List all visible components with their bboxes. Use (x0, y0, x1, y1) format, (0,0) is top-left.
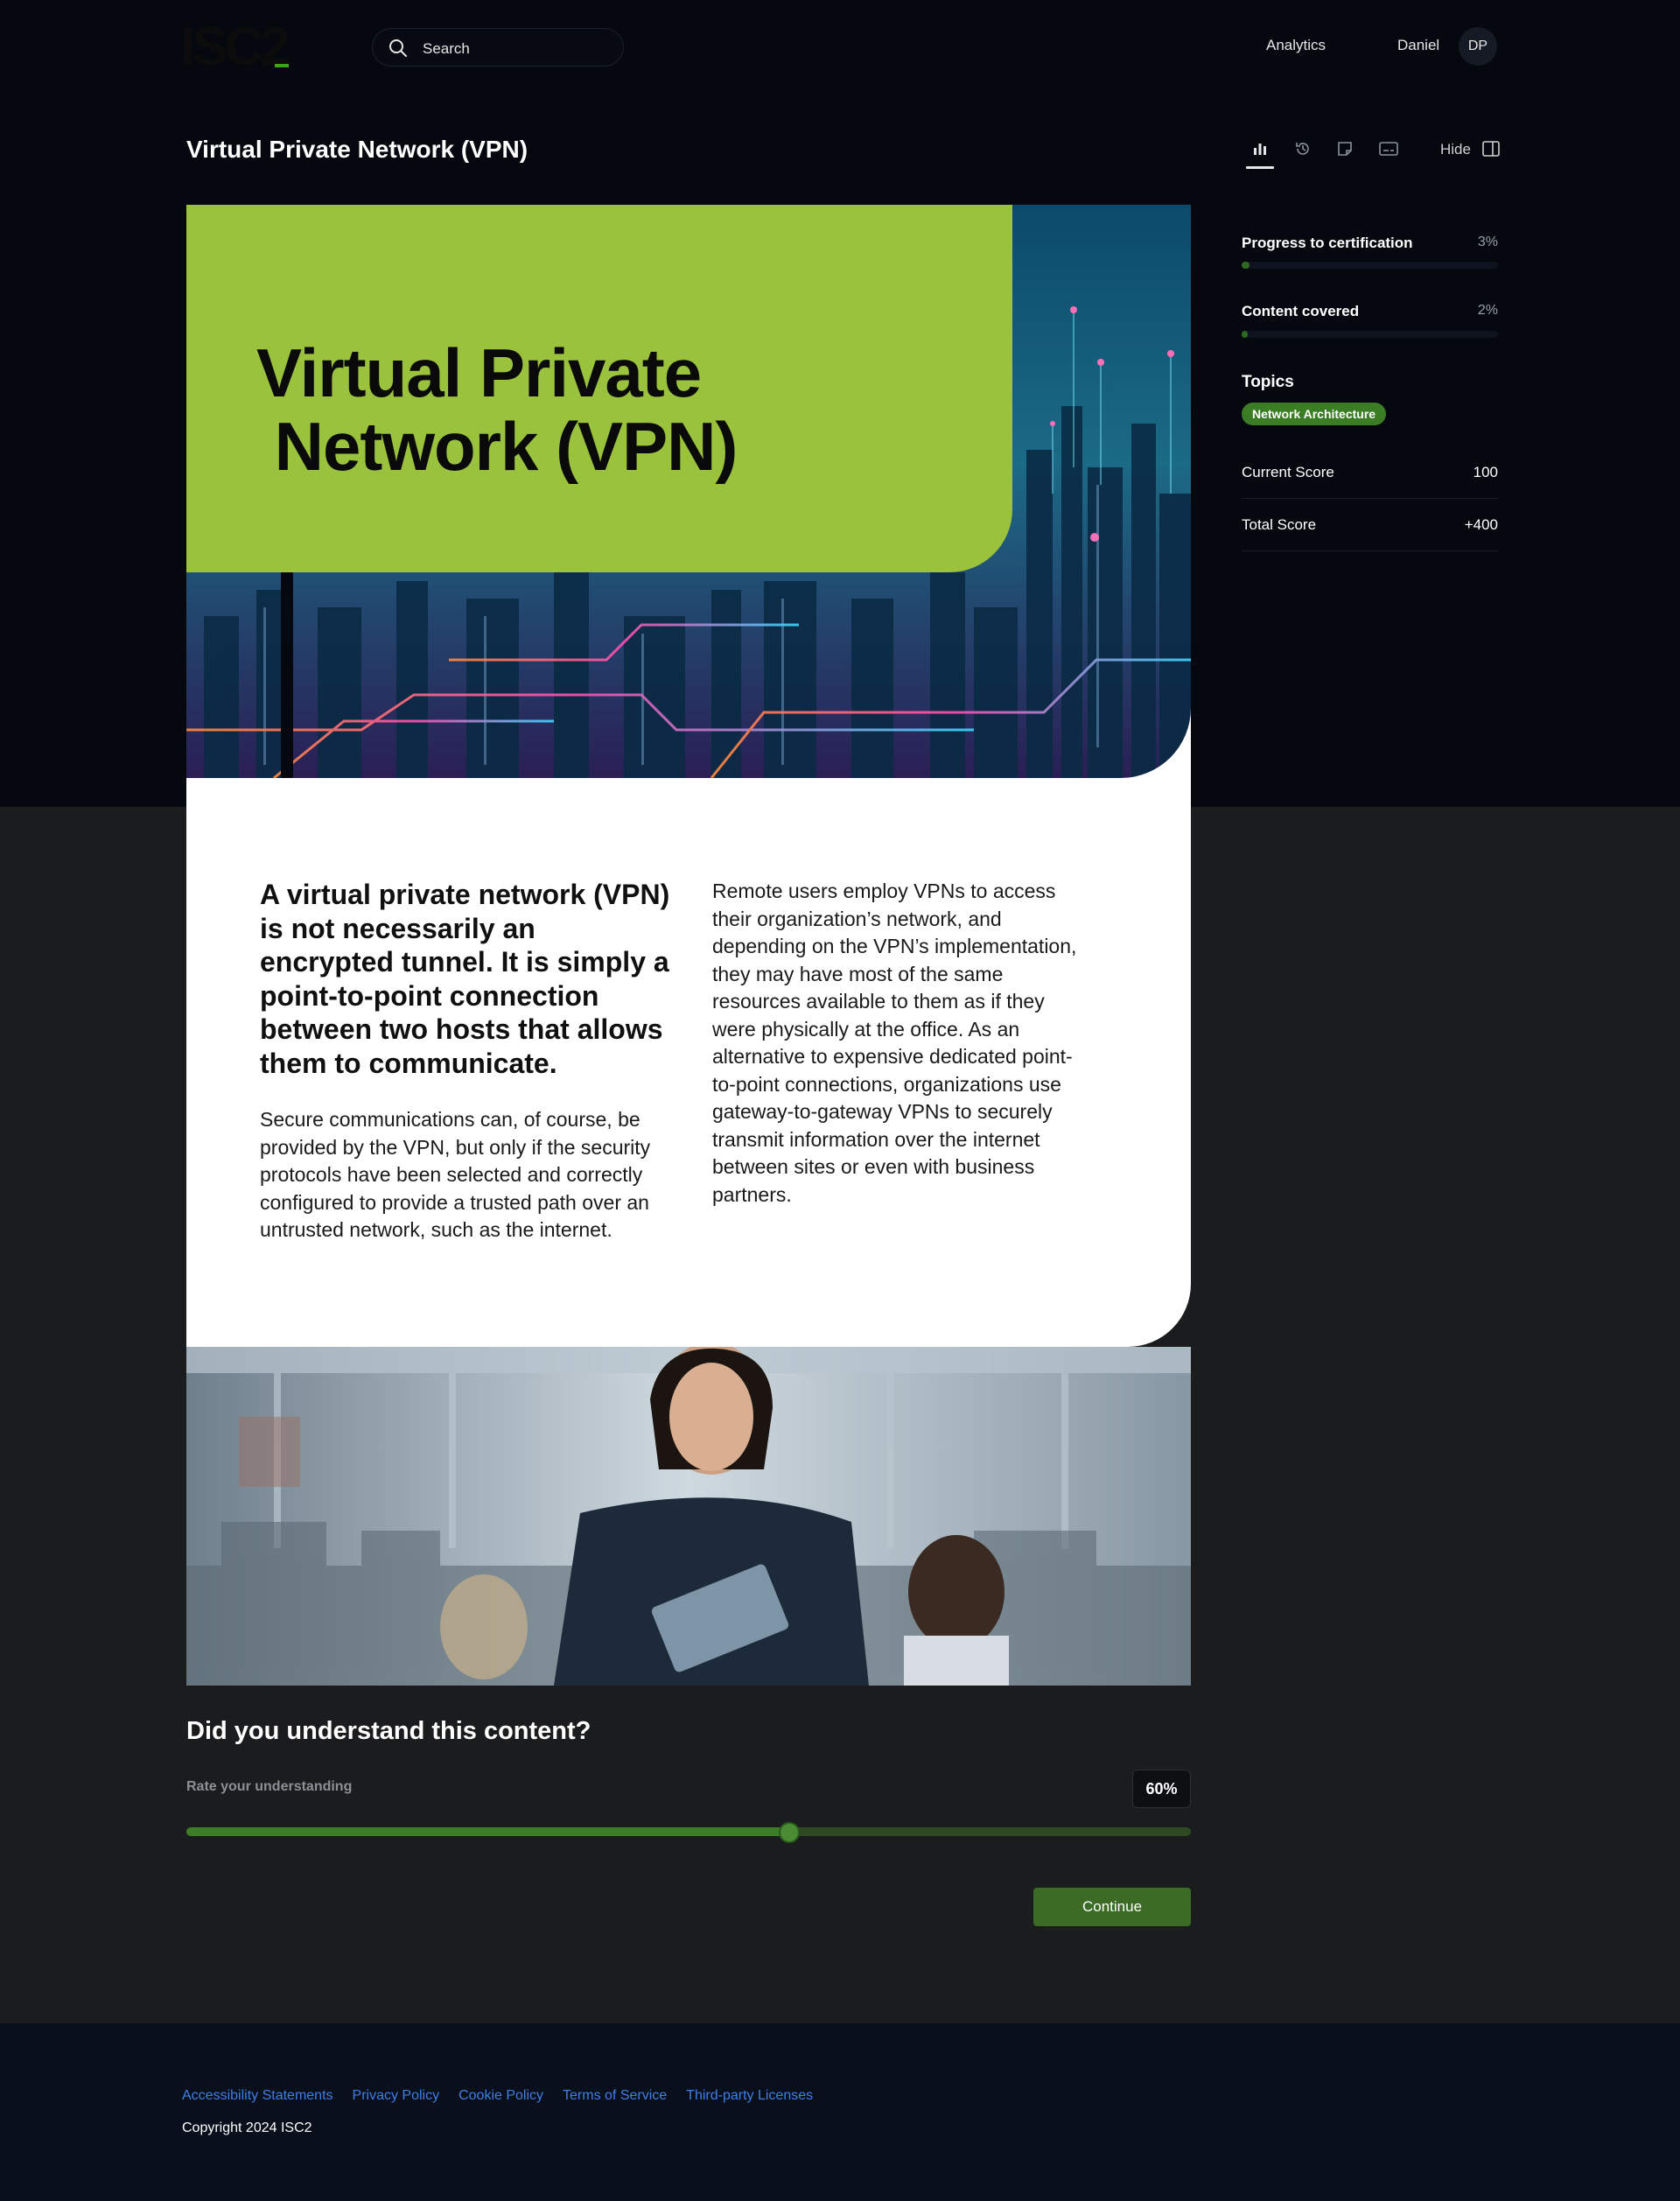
footer-links: Accessibility Statements Privacy Policy … (182, 2088, 813, 2104)
hero-corner-curve (1121, 708, 1191, 778)
woman-tablet-photo (186, 1347, 1191, 1686)
lead-statement: A virtual private network (VPN) is not n… (260, 879, 670, 1079)
rate-label: Rate your understanding (186, 1779, 353, 1794)
page-title: Virtual Private Network (VPN) (186, 136, 528, 163)
current-score-label: Current Score (1242, 464, 1334, 480)
current-score-row: Current Score 100 (1242, 448, 1498, 499)
footer-link-privacy[interactable]: Privacy Policy (353, 2088, 440, 2104)
bar-chart-icon[interactable] (1250, 138, 1270, 159)
footer-link-licenses[interactable]: Third-party Licenses (686, 2088, 813, 2104)
total-score-value: +400 (1464, 516, 1498, 533)
isc2-logo[interactable]: ISC2 (180, 20, 290, 74)
left-paragraph: Secure communications can, of course, be… (260, 1108, 651, 1241)
progress-bar (1242, 262, 1498, 269)
hero-banner: Virtual Private Network (VPN) (186, 205, 1191, 778)
understanding-slider[interactable] (186, 1827, 1191, 1836)
hide-panel-label[interactable]: Hide (1440, 141, 1471, 158)
understanding-question: Did you understand this content? (186, 1717, 592, 1745)
history-icon[interactable] (1292, 138, 1313, 159)
progress-label: Progress to certification (1242, 235, 1413, 251)
note-icon[interactable] (1334, 138, 1355, 159)
current-score-value: 100 (1473, 464, 1498, 480)
content-covered-value: 2% (1477, 303, 1498, 318)
sidebar-toggle-icon[interactable] (1480, 138, 1502, 159)
nav-analytics-link[interactable]: Analytics (1266, 37, 1326, 54)
total-score-row: Total Score +400 (1242, 501, 1498, 551)
hero-title-line-2: Network (VPN) (256, 408, 738, 485)
understanding-percent-input[interactable]: 60% (1132, 1770, 1191, 1808)
captions-icon[interactable] (1378, 138, 1399, 159)
right-paragraph: Remote users employ VPNs to access their… (712, 880, 1077, 1206)
search-icon (389, 39, 407, 57)
total-score-label: Total Score (1242, 516, 1317, 533)
toolbar-active-indicator (1246, 166, 1274, 169)
content-covered-bar (1242, 331, 1498, 338)
continue-button[interactable]: Continue (1033, 1888, 1191, 1926)
topics-heading: Topics (1242, 373, 1294, 391)
hero-title: Virtual Private Network (VPN) (256, 334, 738, 485)
logo-accent (275, 64, 289, 67)
slider-thumb[interactable] (778, 1822, 800, 1843)
copyright: Copyright 2024 ISC2 (182, 2120, 312, 2135)
avatar[interactable]: DP (1459, 27, 1497, 66)
slider-fill (186, 1827, 789, 1836)
progress-bar-fill (1242, 262, 1250, 269)
footer-link-accessibility[interactable]: Accessibility Statements (182, 2088, 333, 2104)
hero-title-panel: Virtual Private Network (VPN) (186, 205, 1012, 572)
progress-value: 3% (1477, 235, 1498, 249)
content-covered-bar-fill (1242, 331, 1248, 338)
footer-background (0, 2023, 1680, 2201)
content-card: A virtual private network (VPN) is not n… (186, 778, 1191, 1347)
hero-title-line-1: Virtual Private (256, 334, 702, 411)
search-input[interactable]: Search (372, 28, 624, 67)
footer-link-terms[interactable]: Terms of Service (563, 2088, 667, 2104)
topic-chip[interactable]: Network Architecture (1242, 403, 1387, 425)
footer-link-cookies[interactable]: Cookie Policy (458, 2088, 543, 2104)
content-covered-label: Content covered (1242, 303, 1360, 319)
search-placeholder: Search (423, 40, 470, 57)
user-name[interactable]: Daniel (1397, 37, 1439, 54)
